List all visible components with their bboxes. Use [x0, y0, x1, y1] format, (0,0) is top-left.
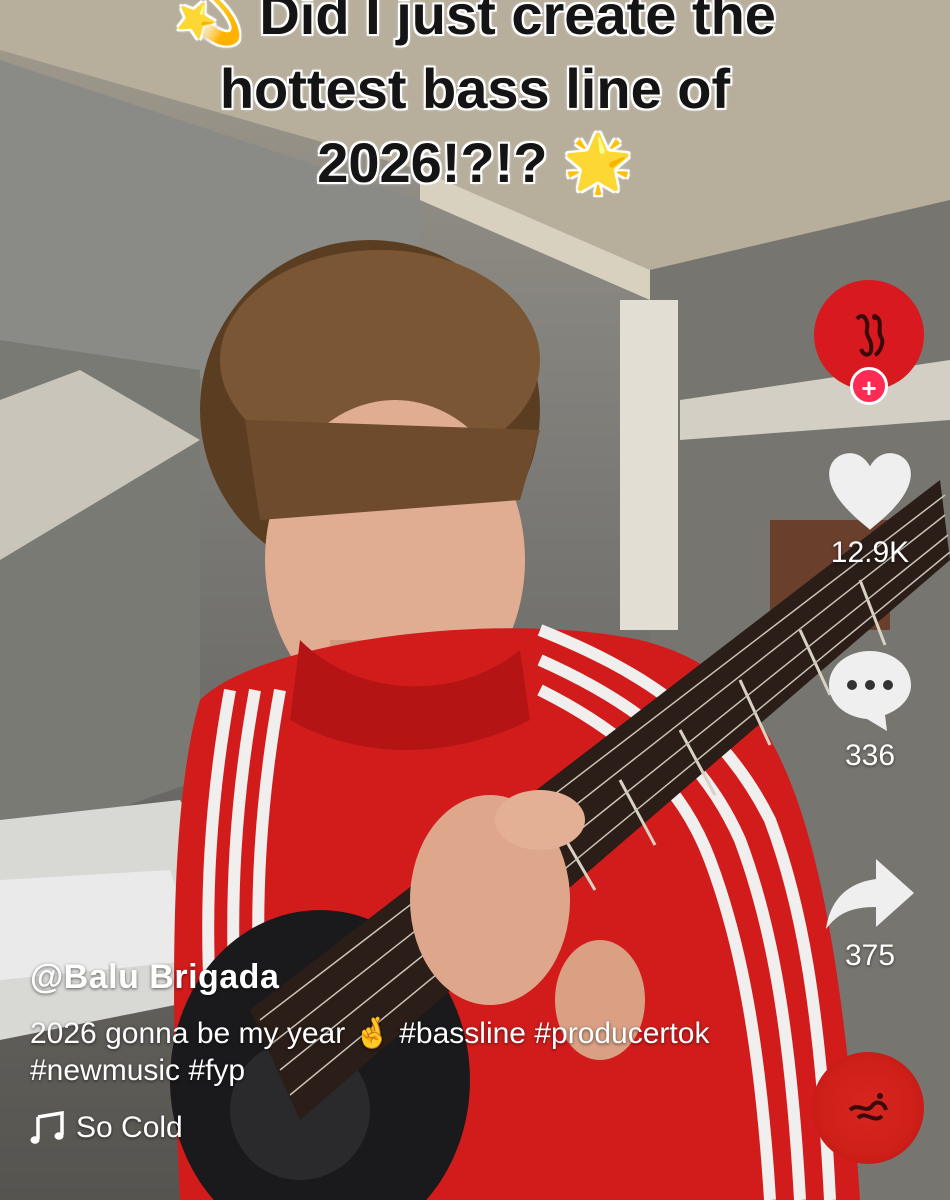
overlay-line-3: 2026!?!? 🌟 [0, 126, 950, 200]
video-info: @Balu Brigada 2026 gonna be my year 🤞 #b… [30, 958, 790, 1145]
overlay-line-3-text: 2026!?!? [317, 131, 548, 194]
like-count: 12.9K [830, 536, 910, 569]
band-logo-icon [855, 314, 885, 357]
share-count: 375 [844, 939, 896, 972]
video-text-overlay: 💫 Did I just create the hottest bass lin… [0, 0, 950, 200]
overlay-line-2: hottest bass line of [219, 57, 731, 120]
star-emoji: 🌟 [563, 131, 633, 194]
sound-disc[interactable] [812, 1052, 924, 1164]
music-note-icon [30, 1111, 64, 1144]
share-arrow-icon [826, 859, 914, 929]
follow-button[interactable]: + [850, 367, 888, 405]
video-description[interactable]: 2026 gonna be my year 🤞 #bassline #produ… [30, 1015, 770, 1089]
overlay-line-1-text: Did I just create the [259, 0, 776, 46]
like-button[interactable]: 12.9K [800, 450, 940, 570]
overlay-line-1: 💫 Did I just create the [0, 0, 950, 52]
heart-icon [828, 452, 912, 531]
comment-count: 336 [844, 739, 896, 772]
band-logo-icon [848, 1093, 888, 1121]
comment-button[interactable]: 336 [800, 645, 940, 773]
comment-bubble-icon [829, 651, 911, 731]
creator-username[interactable]: @Balu Brigada [30, 958, 790, 997]
sound-row[interactable]: So Cold [30, 1111, 790, 1145]
sparkle-emoji: 💫 [174, 0, 244, 46]
share-button[interactable]: 375 [800, 855, 940, 973]
sound-title: So Cold [76, 1111, 183, 1144]
